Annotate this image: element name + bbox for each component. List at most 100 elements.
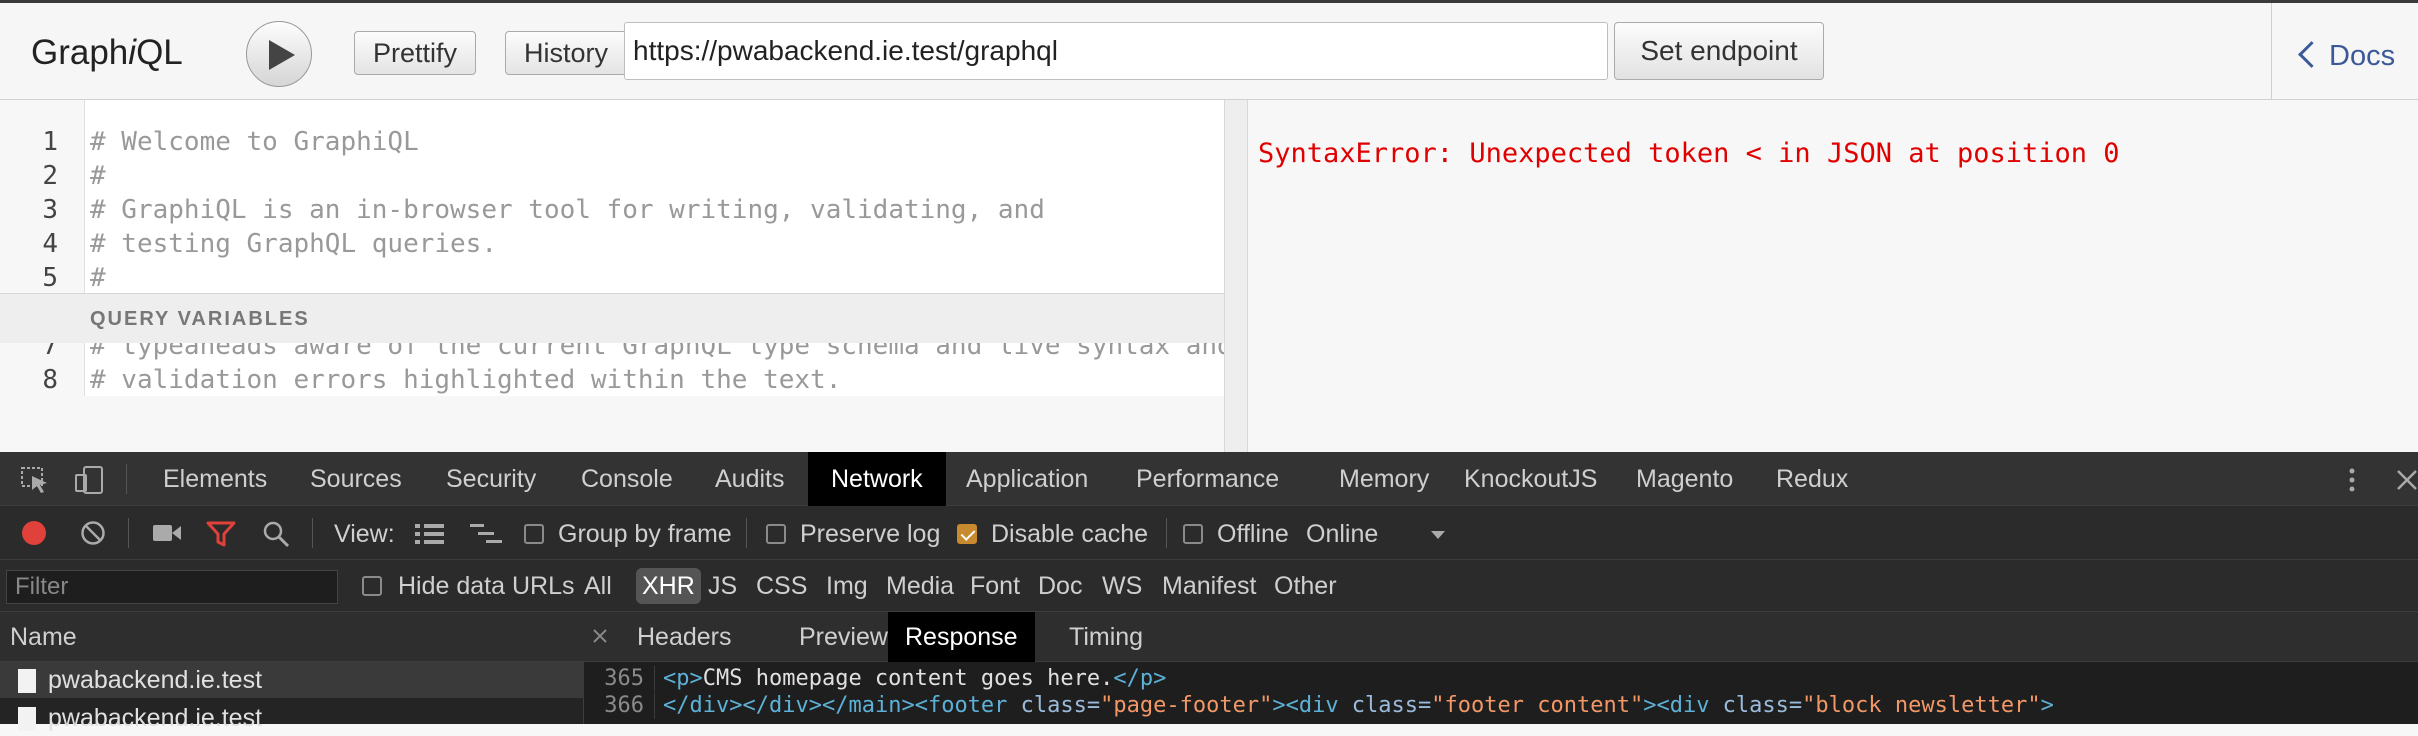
separator xyxy=(126,464,127,494)
group-by-frame-label: Group by frame xyxy=(558,520,732,548)
chevron-down-icon[interactable] xyxy=(1430,530,1446,540)
line-number: 5 xyxy=(42,263,58,293)
docs-label: Docs xyxy=(2329,40,2396,72)
code-line: # GraphiQL is an in-browser tool for wri… xyxy=(90,195,1045,225)
devtools-tab-console[interactable]: Console xyxy=(558,452,696,506)
type-filter-css[interactable]: CSS xyxy=(756,572,807,601)
type-filter-img[interactable]: Img xyxy=(826,572,868,601)
endpoint-url-input[interactable]: https://pwabackend.ie.test/graphql xyxy=(624,22,1608,80)
devtools-tab-knockoutjs[interactable]: KnockoutJS xyxy=(1441,452,1620,506)
line-number: 4 xyxy=(42,229,58,259)
response-source-line: 366 </div></div></main><footer class="pag… xyxy=(584,693,2418,719)
request-name: pwabackend.ie.test xyxy=(48,666,263,694)
waterfall-icon[interactable] xyxy=(470,523,502,545)
detail-tab-headers[interactable]: Headers xyxy=(620,612,749,662)
search-icon[interactable] xyxy=(262,520,290,548)
devtools-tab-sources[interactable]: Sources xyxy=(287,452,425,506)
request-name-column: Name pwabackend.ie.test pwabackend.ie.te… xyxy=(0,612,584,732)
type-filter-js[interactable]: JS xyxy=(708,572,737,601)
type-filter-font[interactable]: Font xyxy=(970,572,1020,601)
devtools-tab-memory[interactable]: Memory xyxy=(1316,452,1452,506)
line-number: 1 xyxy=(42,127,58,157)
group-by-frame-checkbox[interactable] xyxy=(524,524,544,544)
type-filter-doc[interactable]: Doc xyxy=(1038,572,1082,601)
chevron-left-icon xyxy=(2298,40,2325,68)
filter-icon[interactable] xyxy=(206,520,236,548)
separator xyxy=(1166,518,1167,548)
close-devtools-icon[interactable] xyxy=(2394,466,2418,492)
devtools-tab-application[interactable]: Application xyxy=(943,452,1111,506)
detail-tab-preview[interactable]: Preview xyxy=(782,612,905,662)
devtools-tab-security[interactable]: Security xyxy=(423,452,559,506)
source-line-text: <p>CMS homepage content goes here.</p> xyxy=(663,666,1167,691)
execute-query-button[interactable] xyxy=(246,21,312,87)
separator xyxy=(128,518,129,548)
type-filter-xhr[interactable]: XHR xyxy=(636,568,701,604)
disable-cache-label: Disable cache xyxy=(991,520,1149,548)
query-variables-header[interactable]: QUERY VARIABLES xyxy=(0,293,1224,343)
response-panel: Headers Preview Response Timing 365 <p>CMS h… xyxy=(584,612,2418,724)
devtools-tab-performance[interactable]: Performance xyxy=(1113,452,1302,506)
devtools-tab-audits[interactable]: Audits xyxy=(692,452,807,506)
code-line: # testing GraphQL queries. xyxy=(90,229,497,259)
type-filter-all[interactable]: All xyxy=(584,572,612,601)
query-editor[interactable]: 1 # Welcome to GraphiQL 2 #3 # GraphiQL is a… xyxy=(0,100,1224,396)
detail-tab-response[interactable]: Response xyxy=(888,612,1035,662)
filter-input[interactable]: Filter xyxy=(6,570,338,604)
graphiql-toolbar: GraphiQL Prettify History https://pwabac… xyxy=(0,0,2418,103)
device-toolbar-icon[interactable] xyxy=(74,465,106,495)
preserve-log-checkbox[interactable] xyxy=(766,524,786,544)
devtools-tab-redux[interactable]: Redux xyxy=(1753,452,1871,506)
disable-cache-checkbox[interactable] xyxy=(957,524,977,544)
hide-data-urls-checkbox[interactable] xyxy=(362,576,382,596)
record-icon[interactable] xyxy=(20,519,48,547)
document-icon xyxy=(18,669,36,694)
clear-icon[interactable] xyxy=(80,520,106,546)
line-number: 8 xyxy=(42,365,58,395)
code-line: # validation errors highlighted within t… xyxy=(90,365,842,395)
request-row[interactable]: pwabackend.ie.test xyxy=(0,662,584,698)
result-pane: SyntaxError: Unexpected token < in JSON … xyxy=(1248,100,2418,452)
source-line-number: 365 xyxy=(584,666,655,692)
line-number: 3 xyxy=(42,195,58,225)
code-line: # xyxy=(90,161,106,191)
name-column-header[interactable]: Name xyxy=(0,612,584,662)
offline-checkbox[interactable] xyxy=(1183,524,1203,544)
type-filter-other[interactable]: Other xyxy=(1274,572,1337,601)
more-options-icon[interactable] xyxy=(2346,466,2358,494)
code-line: # xyxy=(90,263,106,293)
throttling-select[interactable]: Online xyxy=(1306,520,1378,549)
network-toolbar: View: Group by frame Preserve log Disabl… xyxy=(0,506,2418,560)
line-number: 2 xyxy=(42,161,58,191)
source-line-text: </div></div></main><footer class="page-f… xyxy=(663,693,2054,718)
request-name: pwabackend.ie.test xyxy=(48,704,263,732)
prettify-button[interactable]: Prettify xyxy=(354,31,477,75)
devtools-tab-magento[interactable]: Magento xyxy=(1613,452,1756,506)
set-endpoint-button[interactable]: Set endpoint xyxy=(1614,22,1824,80)
type-filter-media[interactable]: Media xyxy=(886,572,954,601)
source-line-number: 366 xyxy=(584,693,655,719)
code-line: # Welcome to GraphiQL xyxy=(90,127,419,157)
type-filter-manifest[interactable]: Manifest xyxy=(1162,572,1256,601)
type-filter-ws[interactable]: WS xyxy=(1102,572,1142,601)
separator xyxy=(746,518,747,548)
response-source-line: 365 <p>CMS homepage content goes here.</p… xyxy=(584,666,2418,692)
detail-tab-timing[interactable]: Timing xyxy=(1052,612,1160,662)
preserve-log-label: Preserve log xyxy=(800,520,941,548)
close-detail-icon[interactable] xyxy=(592,628,608,644)
capture-screenshots-icon[interactable] xyxy=(152,522,182,544)
request-row[interactable]: pwabackend.ie.test xyxy=(0,700,584,736)
devtools-tabbar: Elements Sources Security Console Audits Netw… xyxy=(0,452,2418,506)
devtools-tab-network[interactable]: Network xyxy=(808,452,946,506)
document-icon xyxy=(18,707,36,732)
separator xyxy=(312,518,313,548)
large-rows-icon[interactable] xyxy=(415,523,445,545)
history-button[interactable]: History xyxy=(505,31,628,75)
filter-bar: Filter Hide data URLs All XHR JS CSS Img Medi… xyxy=(0,560,2418,612)
docs-button[interactable]: Docs xyxy=(2271,3,2418,103)
inspect-element-icon[interactable] xyxy=(20,466,50,494)
result-error-text: SyntaxError: Unexpected token < in JSON … xyxy=(1258,138,2120,169)
editor-result-divider[interactable] xyxy=(1224,100,1248,452)
play-icon xyxy=(269,40,295,70)
devtools-tab-elements[interactable]: Elements xyxy=(140,452,290,506)
